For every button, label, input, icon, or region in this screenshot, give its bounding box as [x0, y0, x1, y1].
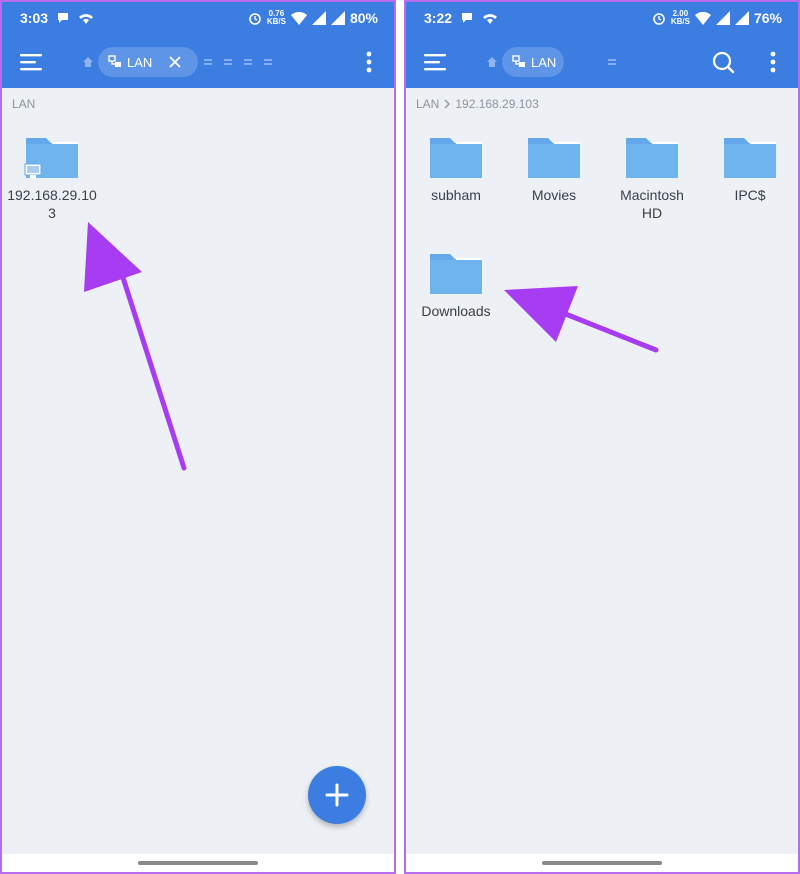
hidden-tabs[interactable]: [608, 59, 616, 65]
folder-item[interactable]: IPC$: [702, 134, 798, 204]
folder-icon: [528, 138, 580, 178]
item-label: IPC$: [734, 187, 766, 203]
status-bar: 3:22 2.00 KB/S 76%: [406, 2, 798, 36]
chat-icon: [58, 13, 69, 23]
status-time: 3:22: [424, 10, 453, 26]
phone-screen-left: 3:03 0.76 KB/S 80% LAN LAN 192.168.29.10…: [0, 0, 396, 874]
network-folder-icon: [24, 138, 78, 178]
home-indicator[interactable]: [542, 861, 662, 865]
signal-icon: [311, 11, 326, 25]
item-label: subham: [431, 187, 481, 203]
signal-icon: [330, 11, 345, 25]
network-share-item[interactable]: 192.168.29.103: [4, 134, 100, 222]
folder-item[interactable]: Movies: [506, 134, 602, 204]
status-time: 3:03: [20, 10, 49, 26]
home-indicator[interactable]: [138, 861, 258, 865]
navigation-bar: [406, 854, 798, 872]
search-icon[interactable]: [711, 50, 735, 74]
network-speed: 2.00 KB/S: [670, 9, 690, 26]
close-icon[interactable]: [168, 55, 182, 69]
breadcrumb-item[interactable]: LAN: [12, 97, 35, 111]
add-button[interactable]: [308, 766, 366, 824]
item-label: Downloads: [421, 303, 491, 319]
tab-label: LAN: [531, 54, 557, 70]
status-bar: 3:03 0.76 KB/S 80%: [2, 2, 394, 36]
signal-icon: [715, 11, 730, 25]
chat-icon: [462, 13, 473, 23]
plus-icon: [325, 783, 349, 807]
toolbar: LAN: [406, 36, 798, 88]
wifi-icon: [694, 11, 711, 25]
alarm-icon: [653, 13, 665, 25]
signal-icon: [734, 11, 749, 25]
tab-label: LAN: [127, 54, 153, 70]
home-icon[interactable]: [486, 56, 498, 68]
item-label: Movies: [531, 187, 577, 203]
alarm-icon: [249, 13, 261, 25]
wifi-icon: [290, 11, 307, 25]
folder-item[interactable]: subham: [408, 134, 504, 204]
tab-lan[interactable]: LAN: [98, 47, 198, 77]
folder-icon: [724, 138, 776, 178]
menu-icon[interactable]: [422, 50, 448, 74]
network-icon: [512, 55, 525, 67]
hidden-tabs[interactable]: [204, 59, 272, 65]
folder-item[interactable]: Macintosh HD: [604, 134, 700, 222]
item-label: 192.168.29.103: [7, 187, 97, 221]
wifi-icon: [483, 13, 498, 24]
folder-icon: [430, 138, 482, 178]
network-speed: 0.76 KB/S: [266, 9, 286, 26]
breadcrumb-item[interactable]: 192.168.29.103: [455, 97, 538, 111]
tab-lan[interactable]: LAN: [502, 47, 564, 77]
toolbar: LAN: [2, 36, 394, 88]
more-options-icon[interactable]: [768, 50, 778, 74]
folder-icon: [626, 138, 678, 178]
breadcrumb-item[interactable]: LAN: [416, 97, 439, 111]
wifi-icon: [79, 13, 94, 24]
phone-screen-right: 3:22 2.00 KB/S 76% LAN LAN 192.168.29.10…: [404, 0, 800, 874]
item-label: Macintosh HD: [620, 187, 684, 221]
navigation-bar: [2, 854, 394, 872]
folder-item[interactable]: Downloads: [408, 250, 504, 320]
folder-icon: [430, 254, 482, 294]
battery-level: 76%: [753, 10, 782, 26]
battery-level: 80%: [349, 10, 378, 26]
breadcrumb: LAN 192.168.29.103: [416, 97, 539, 111]
network-icon: [108, 55, 121, 67]
chevron-right-icon: [444, 99, 451, 109]
breadcrumb: LAN: [12, 97, 35, 111]
more-options-icon[interactable]: [364, 50, 374, 74]
menu-icon[interactable]: [18, 50, 44, 74]
home-icon[interactable]: [82, 56, 94, 68]
